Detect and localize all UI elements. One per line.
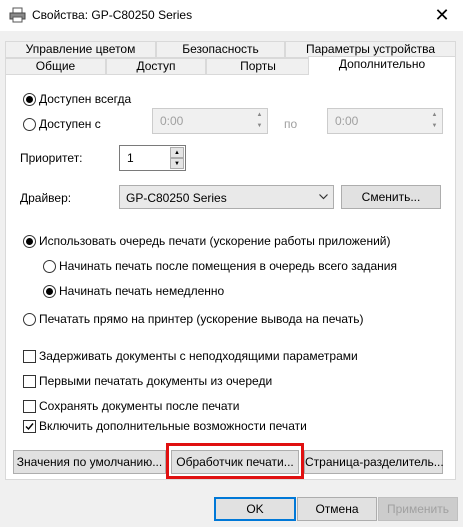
- available-from-label[interactable]: Доступен с: [39, 117, 101, 131]
- available-from-radio[interactable]: [23, 118, 36, 131]
- spin-up-icon[interactable]: ▲: [428, 110, 441, 121]
- start-after-last-label[interactable]: Начинать печать после помещения в очеред…: [59, 259, 397, 273]
- to-label: по: [284, 117, 298, 131]
- printer-icon: [9, 7, 26, 23]
- window-title: Свойства: GP-C80250 Series: [32, 8, 193, 22]
- advanced-features-label[interactable]: Включить дополнительные возможности печа…: [39, 419, 307, 433]
- tab-color-management[interactable]: Управление цветом: [5, 41, 156, 58]
- cancel-button[interactable]: Отмена: [297, 497, 377, 521]
- tab-ports[interactable]: Порты: [206, 58, 310, 75]
- start-immediately-label[interactable]: Начинать печать немедленно: [59, 284, 224, 298]
- tab-security[interactable]: Безопасность: [156, 41, 285, 58]
- spin-up-icon[interactable]: ▲: [170, 147, 184, 158]
- use-spool-radio[interactable]: [23, 235, 36, 248]
- start-immediately-radio[interactable]: [43, 285, 56, 298]
- driver-label: Драйвер:: [20, 191, 72, 205]
- keep-printed-checkbox[interactable]: [23, 400, 36, 413]
- always-available-radio[interactable]: [23, 93, 36, 106]
- spin-down-icon[interactable]: ▼: [253, 121, 266, 132]
- available-to-time[interactable]: 0:00 ▲ ▼: [327, 108, 443, 134]
- print-direct-radio[interactable]: [23, 313, 36, 326]
- always-available-label[interactable]: Доступен всегда: [39, 92, 131, 106]
- print-direct-label[interactable]: Печатать прямо на принтер (ускорение выв…: [39, 312, 363, 326]
- spin-down-icon[interactable]: ▼: [428, 121, 441, 132]
- ok-button[interactable]: OK: [214, 497, 296, 521]
- available-from-time[interactable]: 0:00 ▲ ▼: [152, 108, 268, 134]
- keep-printed-label[interactable]: Сохранять документы после печати: [39, 399, 240, 413]
- start-after-last-radio[interactable]: [43, 260, 56, 273]
- title-bar: Свойства: GP-C80250 Series ✕: [0, 0, 463, 31]
- driver-select[interactable]: GP-C80250 Series: [119, 185, 334, 209]
- tab-general[interactable]: Общие: [5, 58, 106, 75]
- advanced-features-checkbox[interactable]: [23, 420, 36, 433]
- hold-mismatched-checkbox[interactable]: [23, 350, 36, 363]
- priority-stepper[interactable]: 1 ▲ ▼: [119, 145, 186, 171]
- apply-button[interactable]: Применить: [378, 497, 458, 521]
- separator-page-button[interactable]: Страница-разделитель...: [304, 450, 444, 474]
- spin-up-icon[interactable]: ▲: [253, 110, 266, 121]
- spin-down-icon[interactable]: ▼: [170, 158, 184, 169]
- close-icon[interactable]: ✕: [427, 2, 457, 28]
- chevron-down-icon: [319, 194, 328, 200]
- tab-sharing[interactable]: Доступ: [106, 58, 206, 75]
- tab-advanced[interactable]: Дополнительно: [308, 56, 456, 75]
- spooled-first-checkbox[interactable]: [23, 375, 36, 388]
- use-spool-label[interactable]: Использовать очередь печати (ускорение р…: [39, 234, 391, 248]
- checkmark-icon: [25, 423, 34, 431]
- highlight-box: [166, 443, 304, 479]
- priority-label: Приоритет:: [20, 151, 83, 165]
- change-driver-button[interactable]: Сменить...: [341, 185, 441, 209]
- printing-defaults-button[interactable]: Значения по умолчанию...: [13, 450, 166, 474]
- hold-mismatched-label[interactable]: Задерживать документы с неподходящими па…: [39, 349, 358, 363]
- spooled-first-label[interactable]: Первыми печатать документы из очереди: [39, 374, 272, 388]
